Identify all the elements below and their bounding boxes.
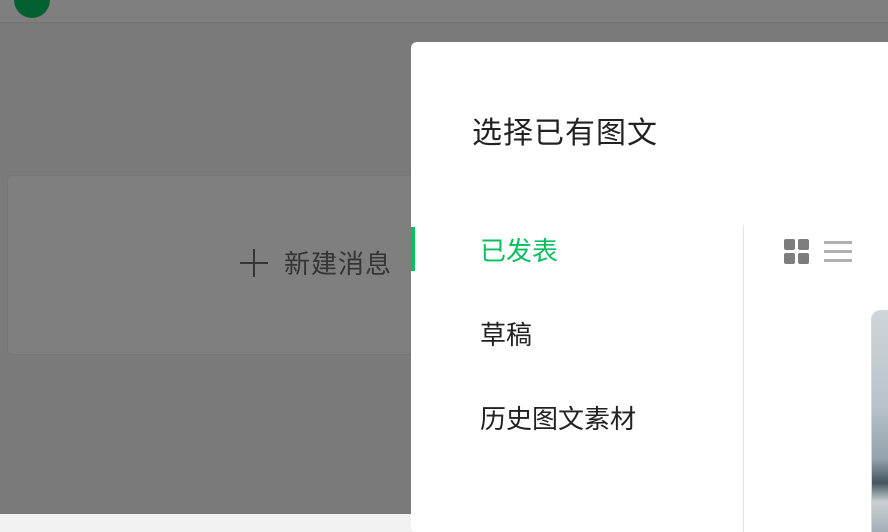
dialog-title: 选择已有图文 [472,116,658,151]
tab-drafts[interactable]: 草稿 [411,309,744,393]
tab-label: 已发表 [480,237,559,267]
view-toggles [784,239,852,265]
article-thumbnail[interactable] [871,310,888,532]
tab-history-materials[interactable]: 历史图文素材 [411,393,744,477]
tab-label: 历史图文素材 [480,405,637,435]
select-article-dialog: 选择已有图文 已发表 草稿 历史图文素材 [411,42,888,532]
tab-label: 草稿 [480,321,533,351]
grid-view-icon[interactable] [784,239,810,265]
list-view-icon[interactable] [824,241,852,263]
vertical-divider [743,225,744,532]
tab-published[interactable]: 已发表 [411,225,744,309]
dialog-tabs: 已发表 草稿 历史图文素材 [411,225,744,477]
